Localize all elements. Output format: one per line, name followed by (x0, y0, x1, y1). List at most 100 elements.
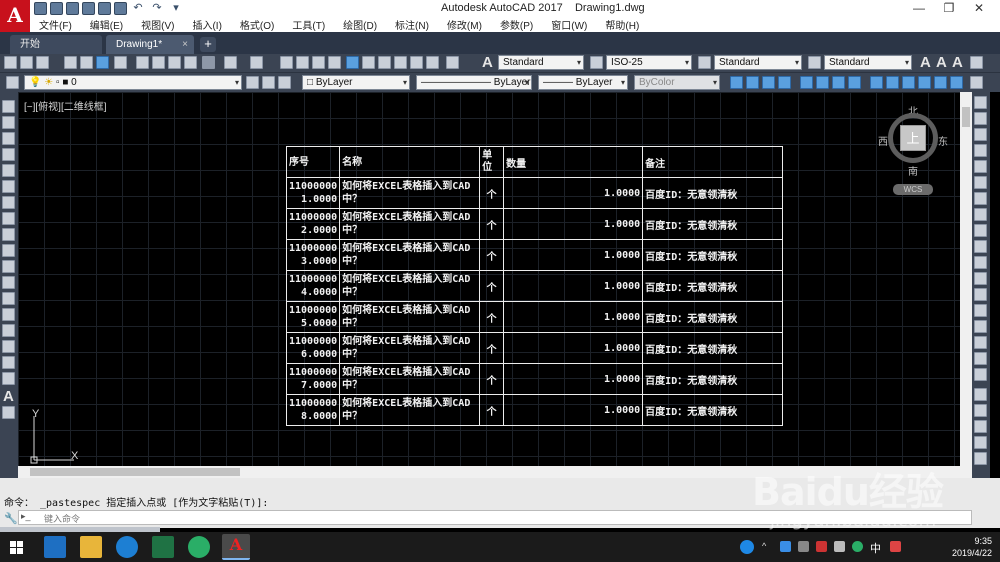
linetype-select[interactable]: ——————— ByLayer ▾ (416, 75, 532, 90)
block-editor-icon[interactable] (202, 56, 215, 69)
jogged-dimension-icon[interactable] (816, 76, 829, 89)
dimension-break-icon[interactable] (934, 76, 947, 89)
design-center-icon[interactable] (362, 56, 375, 69)
add-selected-icon[interactable] (2, 406, 15, 419)
break-icon[interactable] (974, 288, 987, 301)
chevron-up-icon[interactable]: ^ (762, 541, 773, 552)
new-icon[interactable] (4, 56, 17, 69)
annotation-scale-icon[interactable]: A (920, 55, 931, 71)
zoom-realtime-icon[interactable] (296, 56, 309, 69)
toolbar-options-icon[interactable] (970, 76, 983, 89)
dim-style-select[interactable]: ISO-25 ▾ (606, 55, 692, 70)
plot-icon[interactable] (64, 56, 77, 69)
revision-cloud-icon[interactable] (2, 212, 15, 225)
ime-pad-icon[interactable] (890, 541, 901, 552)
menu-draw[interactable]: 绘图(D) (334, 17, 386, 32)
hatch-icon[interactable] (2, 324, 15, 337)
save-as-icon[interactable] (82, 2, 95, 15)
undo-icon[interactable]: ↶ (130, 2, 146, 15)
point-icon[interactable] (2, 308, 15, 321)
menu-help[interactable]: 帮助(H) (596, 17, 648, 32)
trim-icon[interactable] (974, 240, 987, 253)
offset-icon[interactable] (974, 144, 987, 157)
horizontal-scroll-thumb[interactable] (30, 468, 240, 476)
multiline-text-icon[interactable]: A (3, 389, 14, 405)
pan-icon[interactable] (280, 56, 293, 69)
diameter-dimension-icon[interactable] (832, 76, 845, 89)
lineweight-select[interactable]: ——— ByLayer ▾ (538, 75, 628, 90)
hatch-to-back-icon[interactable] (974, 452, 987, 465)
save-icon[interactable] (66, 2, 79, 15)
polygon-icon[interactable] (2, 148, 15, 161)
layer-properties-icon[interactable] (6, 76, 19, 89)
sheet-set-icon[interactable] (394, 56, 407, 69)
viewcube-top-face[interactable]: 上 (900, 125, 926, 151)
ellipse-arc-icon[interactable] (2, 260, 15, 273)
cut-icon[interactable] (136, 56, 149, 69)
customize-qat-icon[interactable]: ▾ (168, 2, 184, 15)
task-view-icon[interactable] (44, 536, 66, 558)
vertical-scroll-thumb[interactable] (962, 107, 970, 127)
tab-start[interactable]: 开始 (10, 35, 102, 54)
construction-line-icon[interactable] (2, 116, 15, 129)
aligned-dimension-icon[interactable] (746, 76, 759, 89)
publish-icon[interactable] (96, 56, 109, 69)
quick-dimension-icon[interactable] (870, 76, 883, 89)
command-input[interactable]: 键入命令 (44, 512, 80, 525)
new-file-icon[interactable] (34, 2, 47, 15)
properties-icon[interactable] (346, 56, 359, 69)
fillet-icon[interactable] (974, 336, 987, 349)
minimize-button[interactable]: — (904, 0, 934, 17)
wcs-menu[interactable]: WCS (893, 184, 933, 195)
draw-order-icon[interactable] (974, 388, 987, 401)
rotate-icon[interactable] (974, 192, 987, 205)
region-icon[interactable] (2, 356, 15, 369)
bring-to-front-icon[interactable] (974, 404, 987, 417)
help-icon[interactable] (446, 56, 459, 69)
text-to-front-icon[interactable] (974, 436, 987, 449)
excel-icon[interactable] (152, 536, 174, 558)
menu-edit[interactable]: 编辑(E) (81, 17, 132, 32)
table-icon[interactable] (2, 372, 15, 385)
undo-icon[interactable] (224, 56, 237, 69)
viewcube-south[interactable]: 南 (908, 163, 918, 178)
layer-state-icon[interactable] (278, 76, 291, 89)
erase-icon[interactable] (974, 96, 987, 109)
angular-dimension-icon[interactable] (848, 76, 861, 89)
polyline-icon[interactable] (2, 132, 15, 145)
layer-select[interactable]: 💡 ☀ ▫ ■ 0 ▾ (24, 75, 242, 90)
baseline-dimension-icon[interactable] (886, 76, 899, 89)
table-row[interactable]: 11000000 8.0000 如何将EXCEL表格插入到CAD 中？ 个 1.0000 百… (285, 394, 784, 426)
plot-preview-icon[interactable] (114, 2, 127, 15)
spline-icon[interactable] (2, 228, 15, 241)
tray-app-icon[interactable] (798, 541, 809, 552)
new-tab-button[interactable]: + (200, 37, 216, 52)
ordinate-dimension-icon[interactable] (778, 76, 791, 89)
redo-icon[interactable] (250, 56, 263, 69)
viewcube-east[interactable]: 东 (938, 133, 948, 148)
zoom-window-icon[interactable] (312, 56, 325, 69)
3d-dwf-icon[interactable] (114, 56, 127, 69)
table-row[interactable]: 11000000 3.0000 如何将EXCEL表格插入到CAD 中？ 个 1.0000 百… (285, 239, 784, 271)
print-icon[interactable] (98, 2, 111, 15)
match-properties-icon[interactable] (184, 56, 197, 69)
wrench-icon[interactable]: 🔧 (4, 512, 18, 525)
copy-icon[interactable] (152, 56, 165, 69)
insert-block-icon[interactable] (2, 276, 15, 289)
multileader-style-select[interactable]: Standard ▾ (824, 55, 912, 70)
linear-dimension-icon[interactable] (730, 76, 743, 89)
close-tab-icon[interactable]: × (182, 35, 188, 54)
tool-palettes-icon[interactable] (378, 56, 391, 69)
paste-icon[interactable] (168, 56, 181, 69)
tolerance-icon[interactable] (950, 76, 963, 89)
line-icon[interactable] (2, 100, 15, 113)
blend-curves-icon[interactable] (974, 352, 987, 365)
viewport-controls[interactable]: [−][俯视][二维线框] (24, 98, 107, 113)
explode-icon[interactable] (974, 368, 987, 381)
markup-icon[interactable] (410, 56, 423, 69)
move-icon[interactable] (974, 176, 987, 189)
dimension-space-icon[interactable] (918, 76, 931, 89)
arc-icon[interactable] (2, 180, 15, 193)
chamfer-icon[interactable] (974, 320, 987, 333)
quickcalc-icon[interactable] (426, 56, 439, 69)
